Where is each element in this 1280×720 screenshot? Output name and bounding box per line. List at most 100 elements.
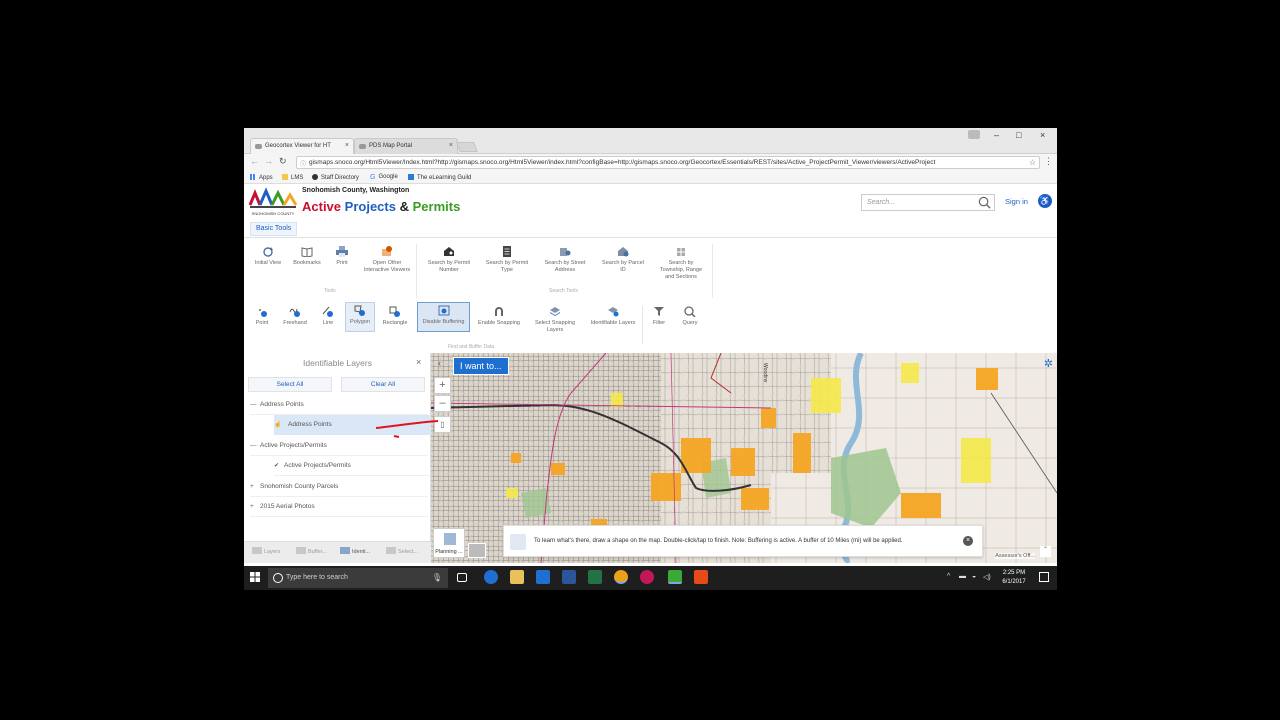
checkbox-checked-icon[interactable]: ✔ xyxy=(274,462,284,469)
minimize-icon[interactable]: – xyxy=(994,130,999,140)
sign-in-link[interactable]: Sign in xyxy=(1005,197,1028,206)
edge-browser-icon[interactable] xyxy=(484,570,498,584)
microphone-icon[interactable]: 🎙 xyxy=(432,573,442,582)
browser-tab-pds[interactable]: PDS Map Portal × xyxy=(354,138,458,154)
planning-basemap-button[interactable]: Planning ... xyxy=(433,528,465,558)
identifiable-layers-button[interactable]: Identifiable Layers xyxy=(589,306,637,327)
network-icon[interactable]: ◒ xyxy=(972,573,976,580)
bookmark-star-icon[interactable]: ☆ xyxy=(1029,158,1036,167)
accessibility-icon[interactable]: ♿ xyxy=(1038,194,1052,208)
print-button[interactable]: Print xyxy=(318,246,366,267)
layer-group-active-projects[interactable]: — Active Projects/Permits xyxy=(250,436,428,456)
profile-icon[interactable] xyxy=(968,130,980,139)
bookmark-elearning[interactable]: The eLearning Guild xyxy=(408,174,471,181)
search-permit-type-button[interactable]: Search by Permit Type xyxy=(483,246,531,274)
close-tab-icon[interactable]: × xyxy=(449,142,453,149)
search-parcel-id-button[interactable]: Search by Parcel ID xyxy=(599,246,647,274)
search-input[interactable]: Search... xyxy=(861,194,995,211)
svg-text:Woodinv: Woodinv xyxy=(762,363,768,383)
address-bar-row: ← → ↻ ⓘ gismaps.snoco.org/Html5Viewer/In… xyxy=(244,154,1057,171)
rectangle-tool-button[interactable]: Rectangle xyxy=(371,306,419,327)
select-all-button[interactable]: Select All xyxy=(248,377,332,392)
bookmark-google[interactable]: G Google xyxy=(370,174,398,181)
bookmark-staff-directory[interactable]: Staff Directory xyxy=(312,174,359,181)
footer-tab-buffer[interactable]: Buffer... xyxy=(296,547,327,555)
bookmarks-bar: Apps LMS Staff Directory G Google The eLe… xyxy=(244,171,1057,184)
clear-all-button[interactable]: Clear All xyxy=(341,377,425,392)
expand-icon[interactable]: + xyxy=(250,503,260,510)
rectangle-icon xyxy=(389,306,400,317)
tray-app-icon[interactable]: ▬ xyxy=(959,573,966,580)
camtasia-recorder-icon[interactable] xyxy=(668,570,682,584)
disable-buffering-button[interactable]: Disable Buffering xyxy=(417,302,470,332)
collapse-icon[interactable]: — xyxy=(250,401,260,408)
app-icon-pink[interactable] xyxy=(640,570,654,584)
url-input[interactable]: ⓘ gismaps.snoco.org/Html5Viewer/Index.ht… xyxy=(296,156,1040,169)
new-tab-button[interactable] xyxy=(456,142,478,152)
map-view[interactable]: Woodinv ‹ I want to... + – ▯ ✲ Planning … xyxy=(431,353,1057,563)
hint-close-icon[interactable]: × xyxy=(963,536,973,546)
bookmark-label: LMS xyxy=(291,175,304,181)
excel-icon[interactable] xyxy=(588,570,602,584)
task-view-icon[interactable] xyxy=(457,573,467,582)
search-township-button[interactable]: Search by Township, Range and Sections xyxy=(657,246,705,281)
enable-snapping-button[interactable]: Enable Snapping xyxy=(475,306,523,327)
layer-address-points[interactable]: ☝ Address Points xyxy=(274,415,432,435)
attribution-toggle-icon[interactable]: ⌃ xyxy=(1040,546,1051,557)
search-icon[interactable] xyxy=(978,196,991,209)
panel-close-icon[interactable]: × xyxy=(416,357,421,367)
forward-icon[interactable]: → xyxy=(264,156,273,166)
taskbar-search-input[interactable]: Type here to search 🎙 xyxy=(268,568,448,588)
i-want-to-button[interactable]: I want to... xyxy=(453,357,509,375)
search-permit-number-button[interactable]: Search by Permit Number xyxy=(425,246,473,274)
zoom-in-button[interactable]: + xyxy=(434,377,451,394)
chrome-menu-icon[interactable]: ⋮ xyxy=(1044,156,1053,167)
footer-tab-layers[interactable]: Layers xyxy=(252,547,281,555)
footer-tab-select[interactable]: Select... xyxy=(386,547,418,555)
layer-group-parcels[interactable]: + Snohomish County Parcels xyxy=(250,477,428,497)
zoom-out-button[interactable]: – xyxy=(434,395,451,412)
layer-active-projects[interactable]: ✔ Active Projects/Permits xyxy=(274,456,432,476)
info-icon[interactable]: ⓘ xyxy=(300,159,306,168)
bookmark-lms[interactable]: LMS xyxy=(282,174,303,181)
system-clock[interactable]: 2:25 PM 6/1/2017 xyxy=(994,569,1034,587)
bookmark-apps[interactable]: Apps xyxy=(250,174,273,181)
tool-label: Bookmarks xyxy=(293,260,321,266)
chrome-icon[interactable] xyxy=(614,570,628,584)
browser-tab-geocortex[interactable]: Geocortex Viewer for HT × xyxy=(250,138,354,154)
address-icon xyxy=(560,248,571,256)
geocortex-favicon-icon xyxy=(255,144,262,149)
footer-tab-identify[interactable]: Identi... xyxy=(340,547,370,555)
outlook-icon[interactable] xyxy=(536,570,550,584)
basemap-switcher-icon[interactable] xyxy=(468,543,486,558)
select-snapping-layers-button[interactable]: Select Snapping Layers xyxy=(531,306,579,334)
layer-group-address-points[interactable]: — Address Points xyxy=(250,395,428,415)
close-tab-icon[interactable]: × xyxy=(345,142,349,149)
app-header: SNOHOMISH COUNTY Snohomish County, Washi… xyxy=(244,184,1057,220)
tool-label: Search by Street Address xyxy=(544,260,586,273)
tool-label: Open Other Interactive Viewers xyxy=(363,260,411,273)
expand-icon[interactable]: + xyxy=(250,483,260,490)
volume-icon[interactable]: ◁) xyxy=(983,573,991,581)
tab-basic-tools[interactable]: Basic Tools xyxy=(250,222,298,236)
map-tools-icon[interactable]: ✲ xyxy=(1044,357,1053,370)
maximize-icon[interactable]: □ xyxy=(1016,130,1021,140)
action-center-icon[interactable] xyxy=(1039,572,1049,582)
windows-start-icon[interactable] xyxy=(250,572,260,582)
map-bookmarks-button[interactable]: ▯ xyxy=(434,416,451,433)
reload-icon[interactable]: ↻ xyxy=(279,156,287,167)
open-other-viewers-button[interactable]: Open Other Interactive Viewers xyxy=(363,246,411,274)
collapse-icon[interactable]: — xyxy=(250,442,260,449)
layer-group-aerial-photos[interactable]: +2015 Aerial Photos xyxy=(250,497,428,517)
windows-taskbar: Type here to search 🎙 ^ ▬ ◒ ◁) 2:25 PM 6… xyxy=(244,566,1057,590)
back-icon[interactable]: ← xyxy=(250,156,259,166)
query-button[interactable]: Query xyxy=(666,306,714,327)
drawing-hint-toast: To learn what's there, draw a shape on t… xyxy=(503,525,983,557)
word-icon[interactable] xyxy=(562,570,576,584)
window-close-icon[interactable]: × xyxy=(1040,130,1045,140)
file-explorer-icon[interactable] xyxy=(510,570,524,584)
camtasia-icon[interactable] xyxy=(694,570,708,584)
search-street-address-button[interactable]: Search by Street Address xyxy=(541,246,589,274)
tray-chevron-icon[interactable]: ^ xyxy=(947,573,950,580)
collapse-panel-icon[interactable]: ‹ xyxy=(438,358,441,368)
